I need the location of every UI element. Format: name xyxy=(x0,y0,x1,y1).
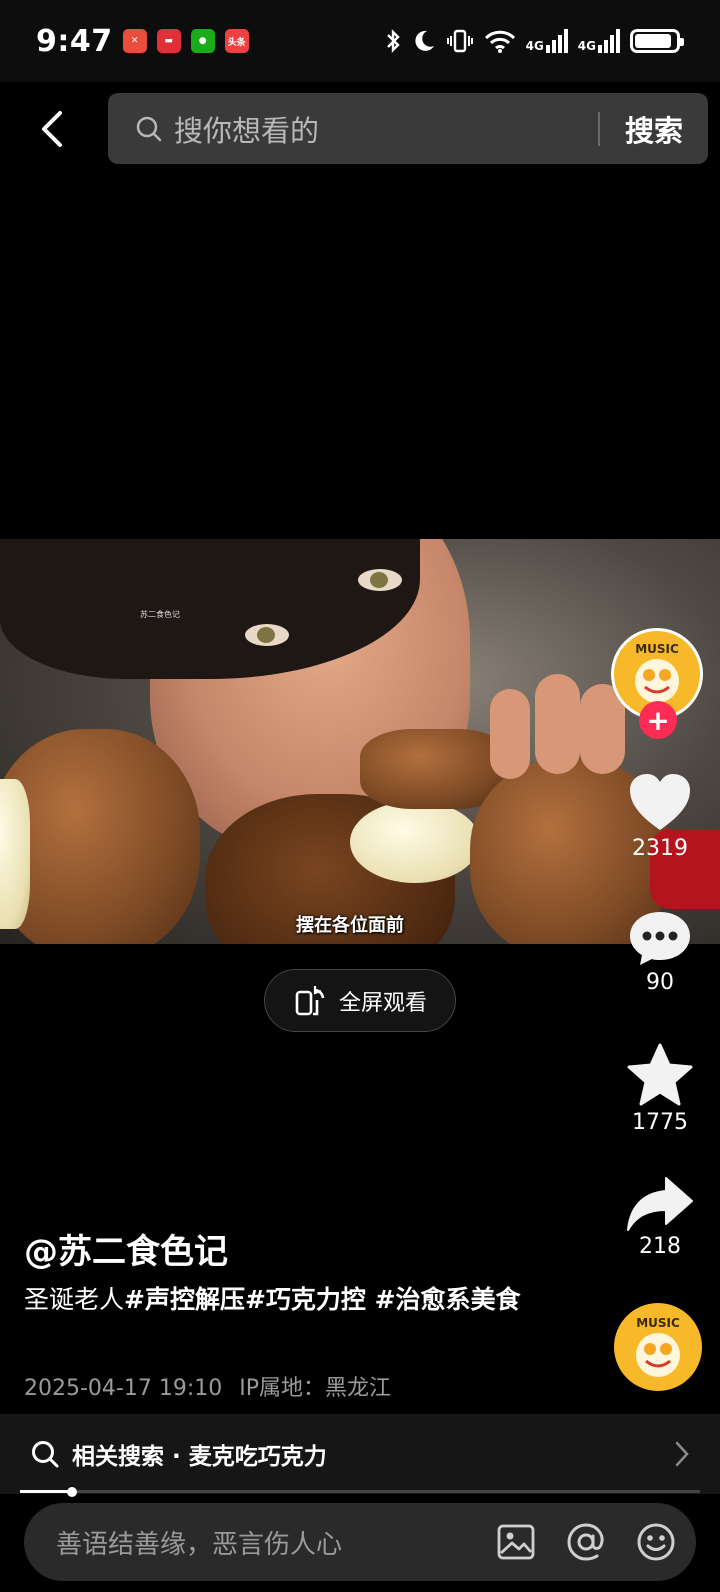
post-date: 2025-04-17 19:10 xyxy=(24,1376,223,1401)
image-button[interactable] xyxy=(486,1512,546,1572)
share-button[interactable]: 218 xyxy=(615,1176,705,1259)
video-caption: 摆在各位面前 xyxy=(296,915,404,936)
status-bar: 9:47 ✕ ▬ ● 头条 4G 4G xyxy=(0,0,720,82)
related-search-bar[interactable]: 相关搜索 · 麦克吃巧克力 xyxy=(0,1414,720,1494)
avatar-text: MUSIC xyxy=(635,642,679,656)
wechat-icon: ● xyxy=(190,29,215,53)
hand-finger-2 xyxy=(535,674,580,774)
like-count: 2319 xyxy=(632,836,688,861)
moon-icon xyxy=(415,30,434,51)
author-name[interactable]: @苏二食色记 xyxy=(24,1224,228,1273)
emoji-button[interactable] xyxy=(626,1512,686,1572)
progress-handle[interactable] xyxy=(67,1486,78,1497)
wifi-icon xyxy=(484,30,515,53)
huawei-store-icon: ▬ xyxy=(156,29,181,53)
search-icon xyxy=(136,116,162,141)
at-icon xyxy=(567,1523,604,1561)
comment-count: 90 xyxy=(646,970,674,995)
music-disc[interactable]: MUSIC xyxy=(614,1303,702,1391)
music-disc-text: MUSIC xyxy=(636,1316,680,1330)
video-watermark: 苏二食色记 xyxy=(140,610,180,619)
search-button[interactable]: 搜索 xyxy=(600,108,708,150)
emoji-icon xyxy=(637,1523,675,1561)
chevron-right-icon xyxy=(675,1441,689,1467)
post-meta: 2025-04-17 19:10 IP属地：黑龙江 xyxy=(24,1370,391,1402)
comment-button[interactable]: 90 xyxy=(615,908,705,995)
bluetooth-icon xyxy=(386,29,400,53)
follow-button[interactable]: + xyxy=(639,701,677,739)
notification-icons: ✕ ▬ ● 头条 xyxy=(122,29,249,53)
battery-icon xyxy=(630,29,684,53)
description-hashtags[interactable]: #声控解压#巧克力控 #治愈系美食 xyxy=(124,1285,521,1314)
hand-finger-1 xyxy=(490,689,530,779)
cell-signal-1: 4G xyxy=(526,29,568,53)
image-icon xyxy=(497,1524,535,1560)
comment-input-bar[interactable]: 善语结善缘，恶言伤人心 xyxy=(24,1503,696,1581)
post-description: 圣诞老人#声控解压#巧克力控 #治愈系美食 xyxy=(24,1280,524,1320)
signal-bars-icon xyxy=(545,29,568,53)
share-arrow-icon xyxy=(627,1177,693,1231)
white-chocolate-left xyxy=(0,779,30,929)
vibrate-icon xyxy=(446,29,473,53)
music-disc-icon: MUSIC xyxy=(636,1316,680,1377)
back-button[interactable] xyxy=(30,104,74,154)
status-right-icons: 4G 4G xyxy=(384,28,684,54)
share-count: 218 xyxy=(639,1234,681,1259)
like-button[interactable]: 2319 xyxy=(615,772,705,861)
search-icon xyxy=(32,1441,59,1468)
video-eye-right xyxy=(358,569,402,591)
white-chocolate-center xyxy=(350,801,480,883)
network-type-label: 4G xyxy=(577,39,596,53)
favorite-button[interactable]: 1775 xyxy=(615,1042,705,1135)
fullscreen-label: 全屏观看 xyxy=(338,990,427,1016)
cell-signal-2: 4G xyxy=(578,29,620,53)
comment-bubble-icon xyxy=(630,912,690,965)
chocolate-santa-left xyxy=(0,729,200,944)
video-eye-left xyxy=(245,624,289,646)
red-app-icon: ✕ xyxy=(122,29,147,53)
description-text: 圣诞老人 xyxy=(24,1285,125,1314)
post-ip-location: IP属地：黑龙江 xyxy=(239,1376,392,1401)
favorite-count: 1775 xyxy=(632,1110,688,1135)
star-icon xyxy=(627,1043,693,1106)
battery-level xyxy=(635,34,671,48)
video-progress-bar[interactable] xyxy=(20,1486,700,1497)
signal-bars-icon xyxy=(598,29,620,53)
video-player[interactable]: 苏二食色记 摆在各位面前 xyxy=(0,539,720,944)
fullscreen-button[interactable]: 全屏观看 xyxy=(264,969,456,1032)
heart-icon xyxy=(630,774,690,830)
network-type-label: 4G xyxy=(525,39,544,53)
comment-input[interactable]: 善语结善缘，恶言伤人心 xyxy=(56,1524,486,1561)
status-time: 9:47 xyxy=(36,23,113,59)
related-search-label: 相关搜索 · 麦克吃巧克力 xyxy=(72,1444,327,1470)
progress-fill xyxy=(20,1490,73,1493)
chevron-left-icon xyxy=(42,111,62,147)
toutiao-icon: 头条 xyxy=(224,29,249,53)
mention-button[interactable] xyxy=(556,1512,616,1572)
search-bar[interactable]: 搜你想看的 搜索 xyxy=(108,93,708,164)
search-input[interactable]: 搜你想看的 xyxy=(174,108,598,150)
rotate-screen-icon xyxy=(295,985,325,1015)
